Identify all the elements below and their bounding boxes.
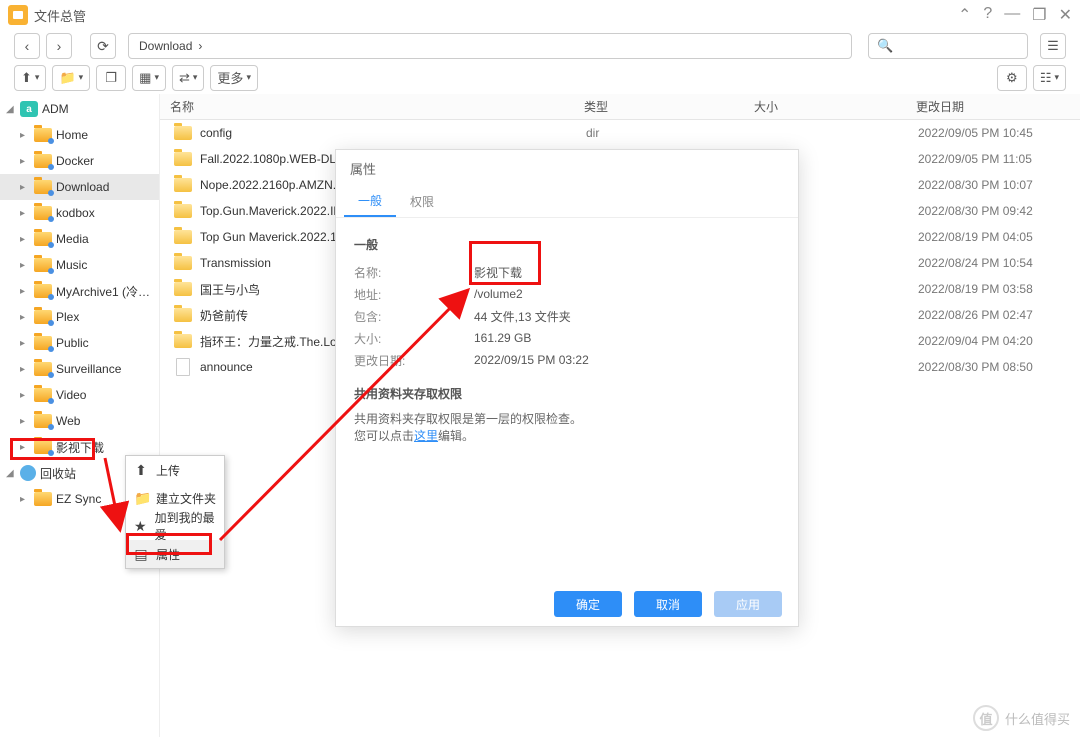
prop-contains: 44 文件,13 文件夹: [474, 308, 571, 325]
dialog-title: 属性: [336, 150, 798, 186]
view-options-button[interactable]: ☰: [1040, 33, 1066, 59]
sidebar-item[interactable]: ▸Public: [0, 330, 159, 356]
app-icon: [8, 5, 28, 25]
prop-size: 161.29 GB: [474, 331, 531, 345]
cancel-button[interactable]: 取消: [634, 591, 702, 617]
maximize-icon[interactable]: ❐: [1032, 5, 1046, 25]
tab-general[interactable]: 一般: [344, 186, 396, 217]
toolbar-nav: ‹ › ⟳ Download › 🔍 ☰: [0, 30, 1080, 62]
chevron-right-icon: ›: [198, 39, 202, 53]
sidebar: ◢a ADM ▸Home▸Docker▸Download▸kodbox▸Medi…: [0, 94, 160, 737]
ok-button[interactable]: 确定: [554, 591, 622, 617]
app-title: 文件总管: [34, 6, 86, 25]
sidebar-item[interactable]: ▸Music: [0, 252, 159, 278]
file-row[interactable]: configdir2022/09/05 PM 10:45: [160, 120, 1080, 146]
search-icon: 🔍: [877, 38, 893, 54]
properties-dialog: 属性 一般 权限 一般 名称:影视下载 地址:/volume2 包含:44 文件…: [335, 149, 799, 627]
watermark: 值什么值得买: [973, 705, 1070, 731]
sidebar-item[interactable]: ▸Download: [0, 174, 159, 200]
prop-date: 2022/09/15 PM 03:22: [474, 353, 589, 367]
help-icon[interactable]: ?: [983, 5, 992, 25]
perm-text1: 共用资料夹存取权限是第一层的权限检查。: [354, 410, 780, 427]
tab-permissions[interactable]: 权限: [396, 186, 448, 217]
col-size[interactable]: 大小: [754, 98, 916, 115]
close-icon[interactable]: ✕: [1059, 5, 1072, 25]
forward-button[interactable]: ›: [46, 33, 72, 59]
sidebar-item[interactable]: ▸kodbox: [0, 200, 159, 226]
col-name[interactable]: 名称: [160, 98, 584, 115]
context-menu-item[interactable]: ★加到我的最爱: [126, 512, 224, 540]
prop-name: 影视下载: [474, 264, 522, 281]
collapse-icon[interactable]: ⌃: [958, 5, 971, 25]
minimize-icon[interactable]: —: [1004, 5, 1020, 25]
context-menu-item[interactable]: ▤属性: [126, 540, 224, 568]
back-button[interactable]: ‹: [14, 33, 40, 59]
sidebar-item[interactable]: ▸Plex: [0, 304, 159, 330]
toolbar-actions: ⬆▾ 📁▾ ❐ ▦▾ ⇄▾ 更多▾ ⚙ ☷▾: [0, 62, 1080, 94]
refresh-button[interactable]: ⟳: [90, 33, 116, 59]
apply-button[interactable]: 应用: [714, 591, 782, 617]
list-header: 名称 类型 大小 更改日期: [160, 94, 1080, 120]
sidebar-item[interactable]: ▸Media: [0, 226, 159, 252]
sidebar-item[interactable]: ▸Web: [0, 408, 159, 434]
sidebar-item[interactable]: ▸Surveillance: [0, 356, 159, 382]
sidebar-item[interactable]: ▸Home: [0, 122, 159, 148]
select-button[interactable]: ▦▾: [132, 65, 166, 91]
titlebar: 文件总管 ⌃ ? — ❐ ✕: [0, 0, 1080, 30]
copy-button[interactable]: ❐: [96, 65, 126, 91]
context-menu-item[interactable]: 📁建立文件夹: [126, 484, 224, 512]
section-general: 一般: [354, 236, 780, 253]
share-button[interactable]: ⇄▾: [172, 65, 204, 91]
col-date[interactable]: 更改日期: [916, 98, 1080, 115]
sidebar-item[interactable]: ▸Docker: [0, 148, 159, 174]
search-input[interactable]: 🔍: [868, 33, 1028, 59]
upload-button[interactable]: ⬆▾: [14, 65, 46, 91]
sidebar-item[interactable]: ▸Video: [0, 382, 159, 408]
new-folder-button[interactable]: 📁▾: [52, 65, 90, 91]
col-type[interactable]: 类型: [584, 98, 754, 115]
section-permissions: 共用资料夹存取权限: [354, 385, 780, 402]
breadcrumb-segment[interactable]: Download: [139, 39, 192, 53]
sidebar-item[interactable]: ▸MyArchive1 (冷备份盘): [0, 278, 159, 304]
breadcrumb[interactable]: Download ›: [128, 33, 852, 59]
sort-button[interactable]: ☷▾: [1033, 65, 1066, 91]
perm-edit-link[interactable]: 这里: [414, 429, 438, 443]
context-menu-item[interactable]: ⬆上传: [126, 456, 224, 484]
tree-root-adm[interactable]: ◢a ADM: [0, 96, 159, 122]
settings-button[interactable]: ⚙: [997, 65, 1027, 91]
prop-address: /volume2: [474, 287, 523, 301]
context-menu: ⬆上传📁建立文件夹★加到我的最爱▤属性: [125, 455, 225, 569]
more-button[interactable]: 更多▾: [210, 65, 258, 91]
